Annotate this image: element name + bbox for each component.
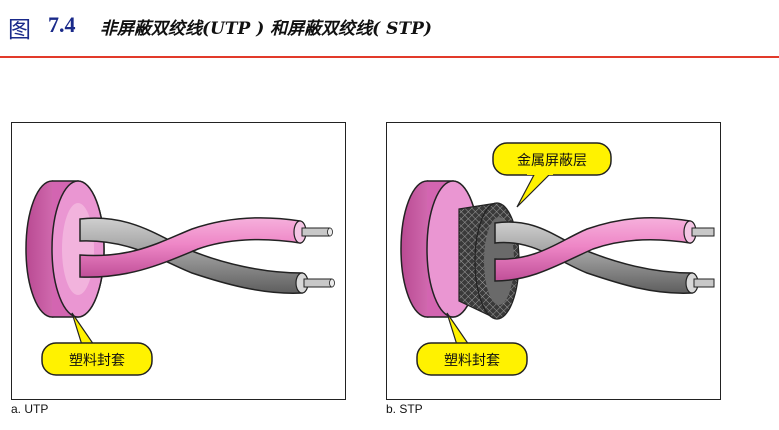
header-divider bbox=[0, 56, 779, 58]
utp-jacket-label: 塑料封套 bbox=[69, 353, 125, 369]
figure-number: 7.4 bbox=[48, 12, 76, 37]
figure-header: 图 7.4 非屏蔽双绞线(UTP ) 和屏蔽双绞线( STP) bbox=[0, 0, 779, 58]
utp-jacket bbox=[25, 180, 105, 318]
figure-title: 非屏蔽双绞线(UTP ) 和屏蔽双绞线( STP) bbox=[100, 19, 432, 39]
utp-panel: 塑料封套 bbox=[11, 122, 346, 400]
stp-panel: 金属屏蔽层 塑料封套 bbox=[386, 122, 721, 400]
stp-caption: b. STP bbox=[386, 402, 423, 416]
utp-caption: a. UTP bbox=[11, 402, 49, 416]
stp-jacket-label: 塑料封套 bbox=[444, 353, 500, 369]
stp-shield-label: 金属屏蔽层 bbox=[517, 153, 587, 169]
figure-prefix: 图 bbox=[8, 17, 31, 43]
